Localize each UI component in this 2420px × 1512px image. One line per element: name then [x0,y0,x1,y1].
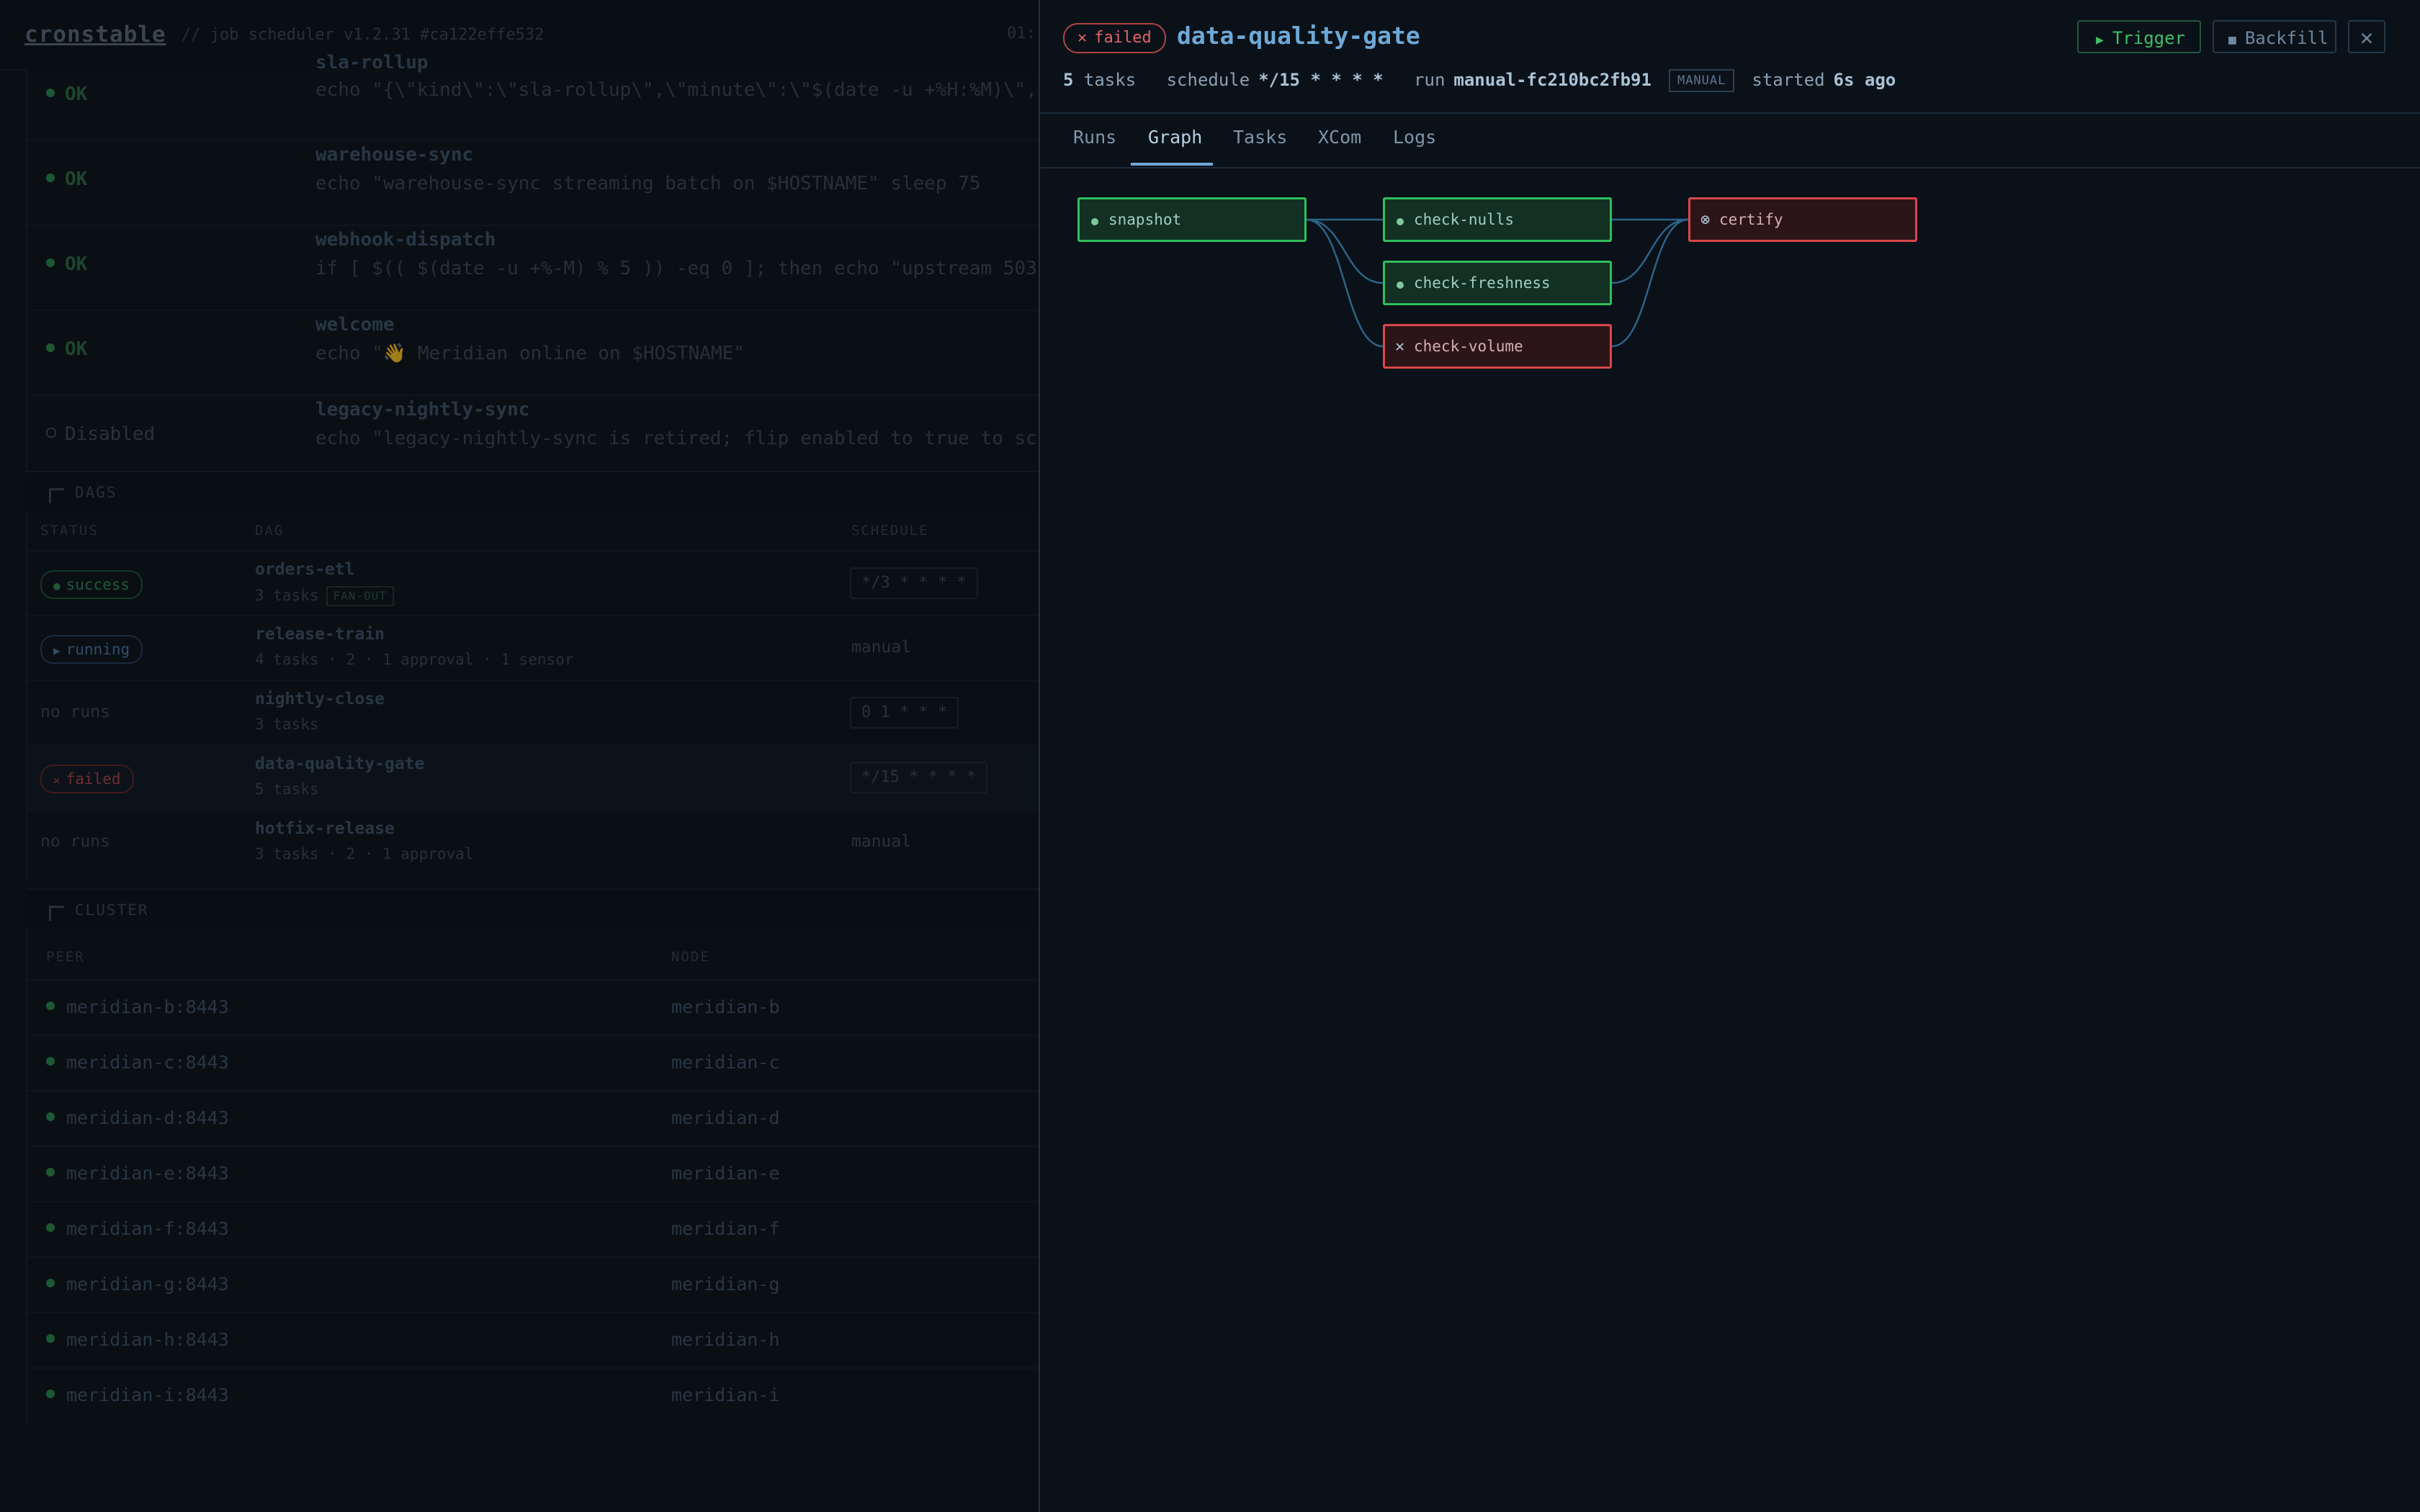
modal-backdrop[interactable] [0,0,1039,1512]
graph-node-check-freshness[interactable]: check-freshness [1383,261,1612,305]
stop-square-icon: ■ [2228,32,2236,48]
run-meta: 5 tasks schedule */15 * * * * run manual-f… [1063,69,1896,92]
tab-xcom[interactable]: XCom [1318,127,1361,148]
schedule-value: */15 * * * * [1258,70,1384,90]
x-icon: ✕ [1077,29,1088,47]
graph-node-snapshot[interactable]: snapshot [1077,197,1307,242]
success-dot-icon [1397,282,1404,289]
drawer-title: data-quality-gate [1177,22,1420,50]
graph-node-label: check-nulls [1414,211,1515,228]
dag-graph: snapshot check-nulls check-freshness ✕ check… [1040,167,2420,1512]
play-icon: ▶ [2096,32,2104,48]
run-id[interactable]: manual-fc210bc2fb91 [1453,70,1652,90]
tasks-label: tasks [1083,70,1137,90]
run-type-badge: MANUAL [1668,69,1735,92]
graph-node-check-nulls[interactable]: check-nulls [1383,197,1612,242]
trigger-button[interactable]: ▶ Trigger [2077,20,2201,53]
tab-graph[interactable]: Graph [1148,127,1202,148]
circle-x-icon: ⊗ [1700,211,1711,229]
started-value: 6s ago [1833,70,1896,90]
drawer-tabs: Runs Graph Tasks XCom Logs [1040,112,2420,168]
started-label: started [1752,70,1825,90]
run-label: run [1414,70,1446,90]
graph-edge-check-freshness-certify [1611,218,1689,284]
active-tab-indicator [1131,163,1213,166]
run-status-badge: ✕ failed [1063,23,1166,53]
graph-edge-check-volume-certify [1611,218,1689,348]
tab-runs[interactable]: Runs [1073,127,1116,148]
backfill-button[interactable]: ■ Backfill [2213,20,2336,53]
close-button[interactable]: ✕ [2348,20,2385,53]
graph-edge-snapshot-check-freshness [1306,218,1384,284]
success-dot-icon [1397,218,1404,225]
graph-node-certify[interactable]: ⊗ certify [1688,197,1917,242]
tasks-count: 5 [1063,70,1074,90]
close-icon: ✕ [2360,25,2374,50]
graph-node-check-volume[interactable]: ✕ check-volume [1383,324,1612,369]
graph-node-label: check-freshness [1414,274,1551,292]
graph-edge-snapshot-check-volume [1306,218,1384,348]
graph-node-label: snapshot [1108,211,1182,228]
x-icon: ✕ [1395,338,1405,356]
success-dot-icon [1091,218,1098,225]
schedule-label: schedule [1166,70,1250,90]
tab-tasks[interactable]: Tasks [1233,127,1287,148]
tab-logs[interactable]: Logs [1393,127,1436,148]
dag-detail-drawer: ✕ failed data-quality-gate ▶ Trigger ■ Back… [1039,0,2420,1512]
graph-node-label: certify [1719,211,1783,228]
graph-node-label: check-volume [1414,338,1523,355]
